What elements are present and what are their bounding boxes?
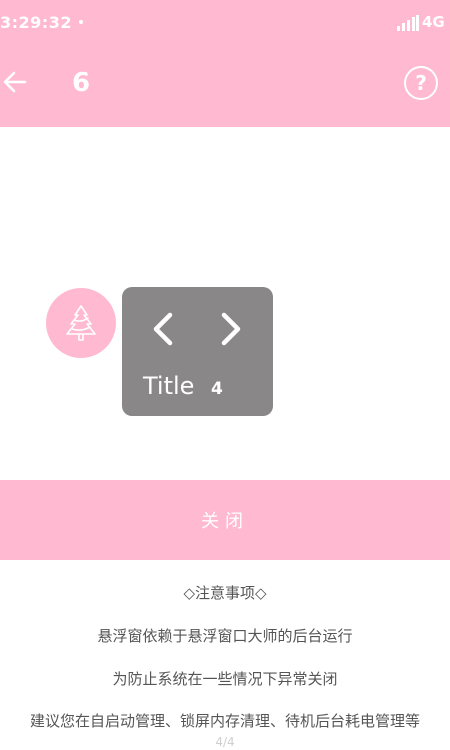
- arrow-left-icon: [3, 71, 27, 93]
- floating-ball[interactable]: [46, 288, 116, 358]
- notes-section: ◇注意事项◇ 悬浮窗依赖于悬浮窗口大师的后台运行 为防止系统在一些情况下异常关闭…: [0, 560, 450, 750]
- signal-icon: [397, 15, 419, 31]
- network-type: 4G: [422, 13, 445, 31]
- notification-dot-icon: [79, 20, 83, 24]
- screen: 3:29:32 4G 6 ? Title 4 关闭 ◇注意事项◇ 悬浮窗依赖于悬…: [0, 0, 450, 750]
- app-bar: 6 ?: [0, 46, 450, 127]
- notes-heading: ◇注意事项◇: [183, 584, 267, 602]
- close-button[interactable]: 关闭: [0, 480, 450, 560]
- chevron-left-icon: [153, 312, 173, 346]
- christmas-tree-icon: [66, 305, 96, 341]
- prev-button[interactable]: [146, 309, 180, 349]
- header: 3:29:32 4G 6 ?: [0, 0, 450, 127]
- note-line: 为防止系统在一些情况下异常关闭: [112, 670, 338, 688]
- status-time: 3:29:32: [0, 13, 72, 32]
- panel-count: 4: [211, 379, 223, 399]
- help-icon: ?: [415, 71, 427, 95]
- floating-panel[interactable]: Title 4: [122, 287, 273, 416]
- panel-title: Title: [143, 372, 195, 400]
- help-button[interactable]: ?: [404, 66, 438, 100]
- note-line: 建议您在自启动管理、锁屏内存清理、待机后台耗电管理等: [29, 712, 420, 730]
- page-indicator: 4/4: [215, 735, 235, 749]
- page-title: 6: [72, 68, 91, 98]
- next-button[interactable]: [214, 309, 248, 349]
- back-button[interactable]: [0, 66, 30, 98]
- status-bar: 3:29:32 4G: [0, 0, 450, 46]
- note-line: 悬浮窗依赖于悬浮窗口大师的后台运行: [97, 627, 353, 645]
- chevron-right-icon: [221, 312, 241, 346]
